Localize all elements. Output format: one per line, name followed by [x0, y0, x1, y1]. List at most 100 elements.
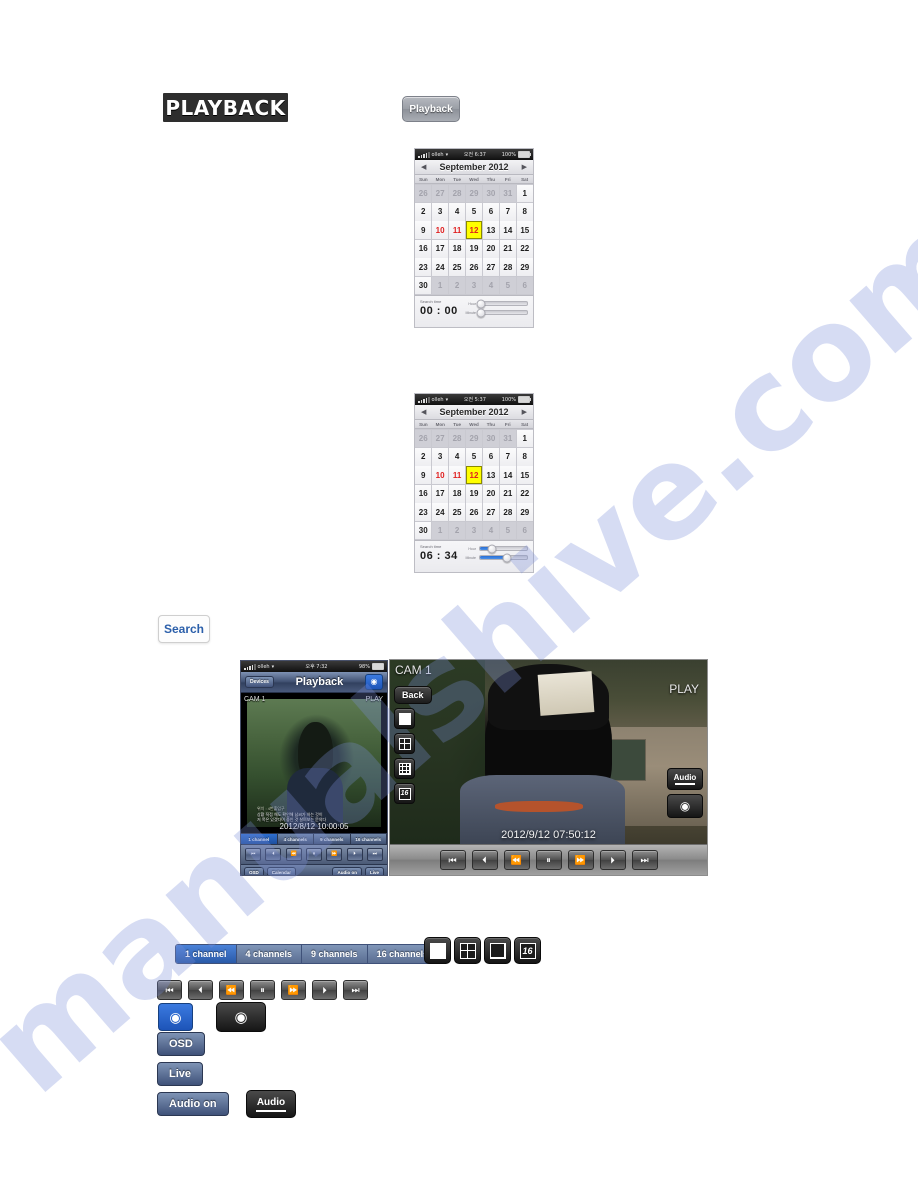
step-back-button[interactable]: ⏴ — [188, 980, 213, 1000]
calendar-day[interactable]: 14 — [499, 221, 517, 240]
next-month-icon[interactable]: ▶ — [522, 163, 527, 171]
devices-back-button[interactable]: Devices — [245, 676, 274, 688]
hour-slider-row[interactable]: Hour — [465, 299, 528, 308]
calendar-day[interactable]: 5 — [465, 202, 483, 221]
calendar-day[interactable]: 13 — [482, 466, 500, 485]
calendar-day[interactable]: 10 — [431, 466, 449, 485]
channel-tab[interactable]: 16 channels — [350, 834, 387, 844]
last-frame-button[interactable]: ⏭ — [631, 850, 658, 870]
calendar-day[interactable]: 3 — [431, 202, 449, 221]
calendar-day[interactable]: 12 — [465, 466, 483, 485]
calendar-day[interactable]: 20 — [482, 484, 500, 503]
calendar-day[interactable]: 22 — [516, 239, 533, 258]
calendar-day[interactable]: 19 — [465, 239, 483, 258]
calendar-day[interactable]: 2 — [415, 202, 432, 221]
legend-live-button[interactable]: Live — [157, 1062, 204, 1086]
snapshot-button[interactable]: ◉ — [364, 674, 383, 690]
calendar-day[interactable]: 27 — [482, 503, 500, 522]
live-button[interactable]: Live — [364, 866, 384, 875]
landscape-video-area[interactable]: CAM 1 PLAY 2012/9/12 07:50:12 Back 16 Au… — [390, 660, 707, 845]
hour-slider-knob[interactable] — [487, 544, 497, 553]
calendar-day[interactable]: 11 — [448, 221, 466, 240]
hour-slider-track[interactable] — [476, 299, 528, 308]
calendar-day[interactable]: 6 — [482, 202, 500, 221]
snapshot-button[interactable]: ◉ — [667, 794, 703, 818]
calendar-day[interactable]: 15 — [516, 221, 533, 240]
1-channel-layout-icon[interactable] — [394, 708, 415, 729]
channel-tab[interactable]: 4 channels — [277, 834, 314, 844]
calendar-day[interactable]: 4 — [448, 447, 466, 466]
hour-slider-track[interactable] — [479, 544, 528, 553]
pause-button[interactable]: ⏸ — [535, 850, 562, 870]
calendar-day[interactable]: 8 — [516, 447, 533, 466]
calendar-day[interactable]: 28 — [499, 258, 517, 277]
step-back-button[interactable]: ⏴ — [265, 848, 282, 861]
legend-snapshot-button-blue[interactable]: ◉ — [158, 1003, 193, 1031]
calendar-day[interactable]: 8 — [516, 202, 533, 221]
legend-osd-button[interactable]: OSD — [157, 1032, 205, 1056]
calendar-day[interactable]: 25 — [448, 258, 466, 277]
calendar-day[interactable]: 10 — [431, 221, 449, 240]
calendar-day[interactable]: 3 — [431, 447, 449, 466]
calendar-day[interactable]: 21 — [499, 484, 517, 503]
minute-slider-knob[interactable] — [476, 308, 486, 317]
calendar-day[interactable]: 12 — [465, 221, 483, 240]
fast-forward-button[interactable]: ⏩ — [567, 850, 594, 870]
calendar-day[interactable]: 24 — [431, 503, 449, 522]
step-forward-button[interactable]: ⏵ — [346, 848, 363, 861]
calendar-day[interactable]: 19 — [465, 484, 483, 503]
calendar-day[interactable]: 23 — [415, 503, 432, 522]
channel-tab[interactable]: 9 channels — [302, 945, 368, 963]
calendar-button[interactable]: Calendar — [266, 866, 297, 875]
minute-slider-track[interactable] — [476, 308, 528, 317]
calendar-day[interactable]: 18 — [448, 484, 466, 503]
calendar-day[interactable]: 1 — [516, 184, 533, 203]
calendar-day[interactable]: 29 — [516, 258, 533, 277]
legend-audio-on-button[interactable]: Audio on — [157, 1092, 229, 1116]
channel-tab[interactable]: 9 channels — [314, 834, 351, 844]
step-back-button[interactable]: ⏴ — [471, 850, 498, 870]
rewind-button[interactable]: ⏪ — [219, 980, 244, 1000]
calendar-day[interactable]: 15 — [516, 466, 533, 485]
calendar-day[interactable]: 18 — [448, 239, 466, 258]
channel-tab[interactable]: 1 channel — [241, 834, 278, 844]
calendar-day[interactable]: 5 — [465, 447, 483, 466]
calendar-day[interactable]: 30 — [415, 276, 432, 295]
calendar-day[interactable]: 28 — [499, 503, 517, 522]
prev-month-icon[interactable]: ◀ — [421, 163, 426, 171]
calendar-day[interactable]: 23 — [415, 258, 432, 277]
calendar-day[interactable]: 7 — [499, 202, 517, 221]
fast-forward-button[interactable]: ⏩ — [281, 980, 306, 1000]
calendar-day[interactable]: 1 — [516, 429, 533, 448]
video-area[interactable]: CAM 1 PLAY 위치 : 4번출입구 상황 직접 해도 확인해 남씨가 하… — [241, 693, 387, 833]
minute-slider-row[interactable]: Minute — [465, 553, 528, 562]
audio-button[interactable]: Audio — [667, 768, 703, 790]
calendar-day[interactable]: 25 — [448, 503, 466, 522]
prev-month-icon[interactable]: ◀ — [421, 408, 426, 416]
9-channel-layout-icon[interactable] — [484, 937, 511, 964]
first-frame-button[interactable]: ⏮ — [157, 980, 182, 1000]
last-frame-button[interactable]: ⏭ — [343, 980, 368, 1000]
calendar-day[interactable]: 24 — [431, 258, 449, 277]
first-frame-button[interactable]: ⏮ — [439, 850, 466, 870]
calendar-day[interactable]: 21 — [499, 239, 517, 258]
calendar-day[interactable]: 13 — [482, 221, 500, 240]
next-month-icon[interactable]: ▶ — [522, 408, 527, 416]
minute-slider-knob[interactable] — [502, 553, 512, 562]
calendar-day[interactable]: 17 — [431, 484, 449, 503]
search-button-callout[interactable]: Search — [158, 615, 210, 643]
calendar-day[interactable]: 16 — [415, 239, 432, 258]
4-channel-layout-icon[interactable] — [394, 733, 415, 754]
hour-slider-knob[interactable] — [476, 299, 486, 308]
calendar-day[interactable]: 22 — [516, 484, 533, 503]
hour-slider-row[interactable]: Hour — [465, 544, 528, 553]
calendar-day[interactable]: 9 — [415, 221, 432, 240]
playback-button[interactable]: Playback — [402, 96, 460, 122]
last-frame-button[interactable]: ⏭ — [366, 848, 383, 861]
calendar-day[interactable]: 30 — [415, 521, 432, 540]
legend-snapshot-button-dark[interactable]: ◉ — [216, 1002, 266, 1032]
calendar-day[interactable]: 29 — [516, 503, 533, 522]
9-channel-layout-icon[interactable] — [394, 758, 415, 779]
calendar-day[interactable]: 14 — [499, 466, 517, 485]
first-frame-button[interactable]: ⏮ — [245, 848, 262, 861]
